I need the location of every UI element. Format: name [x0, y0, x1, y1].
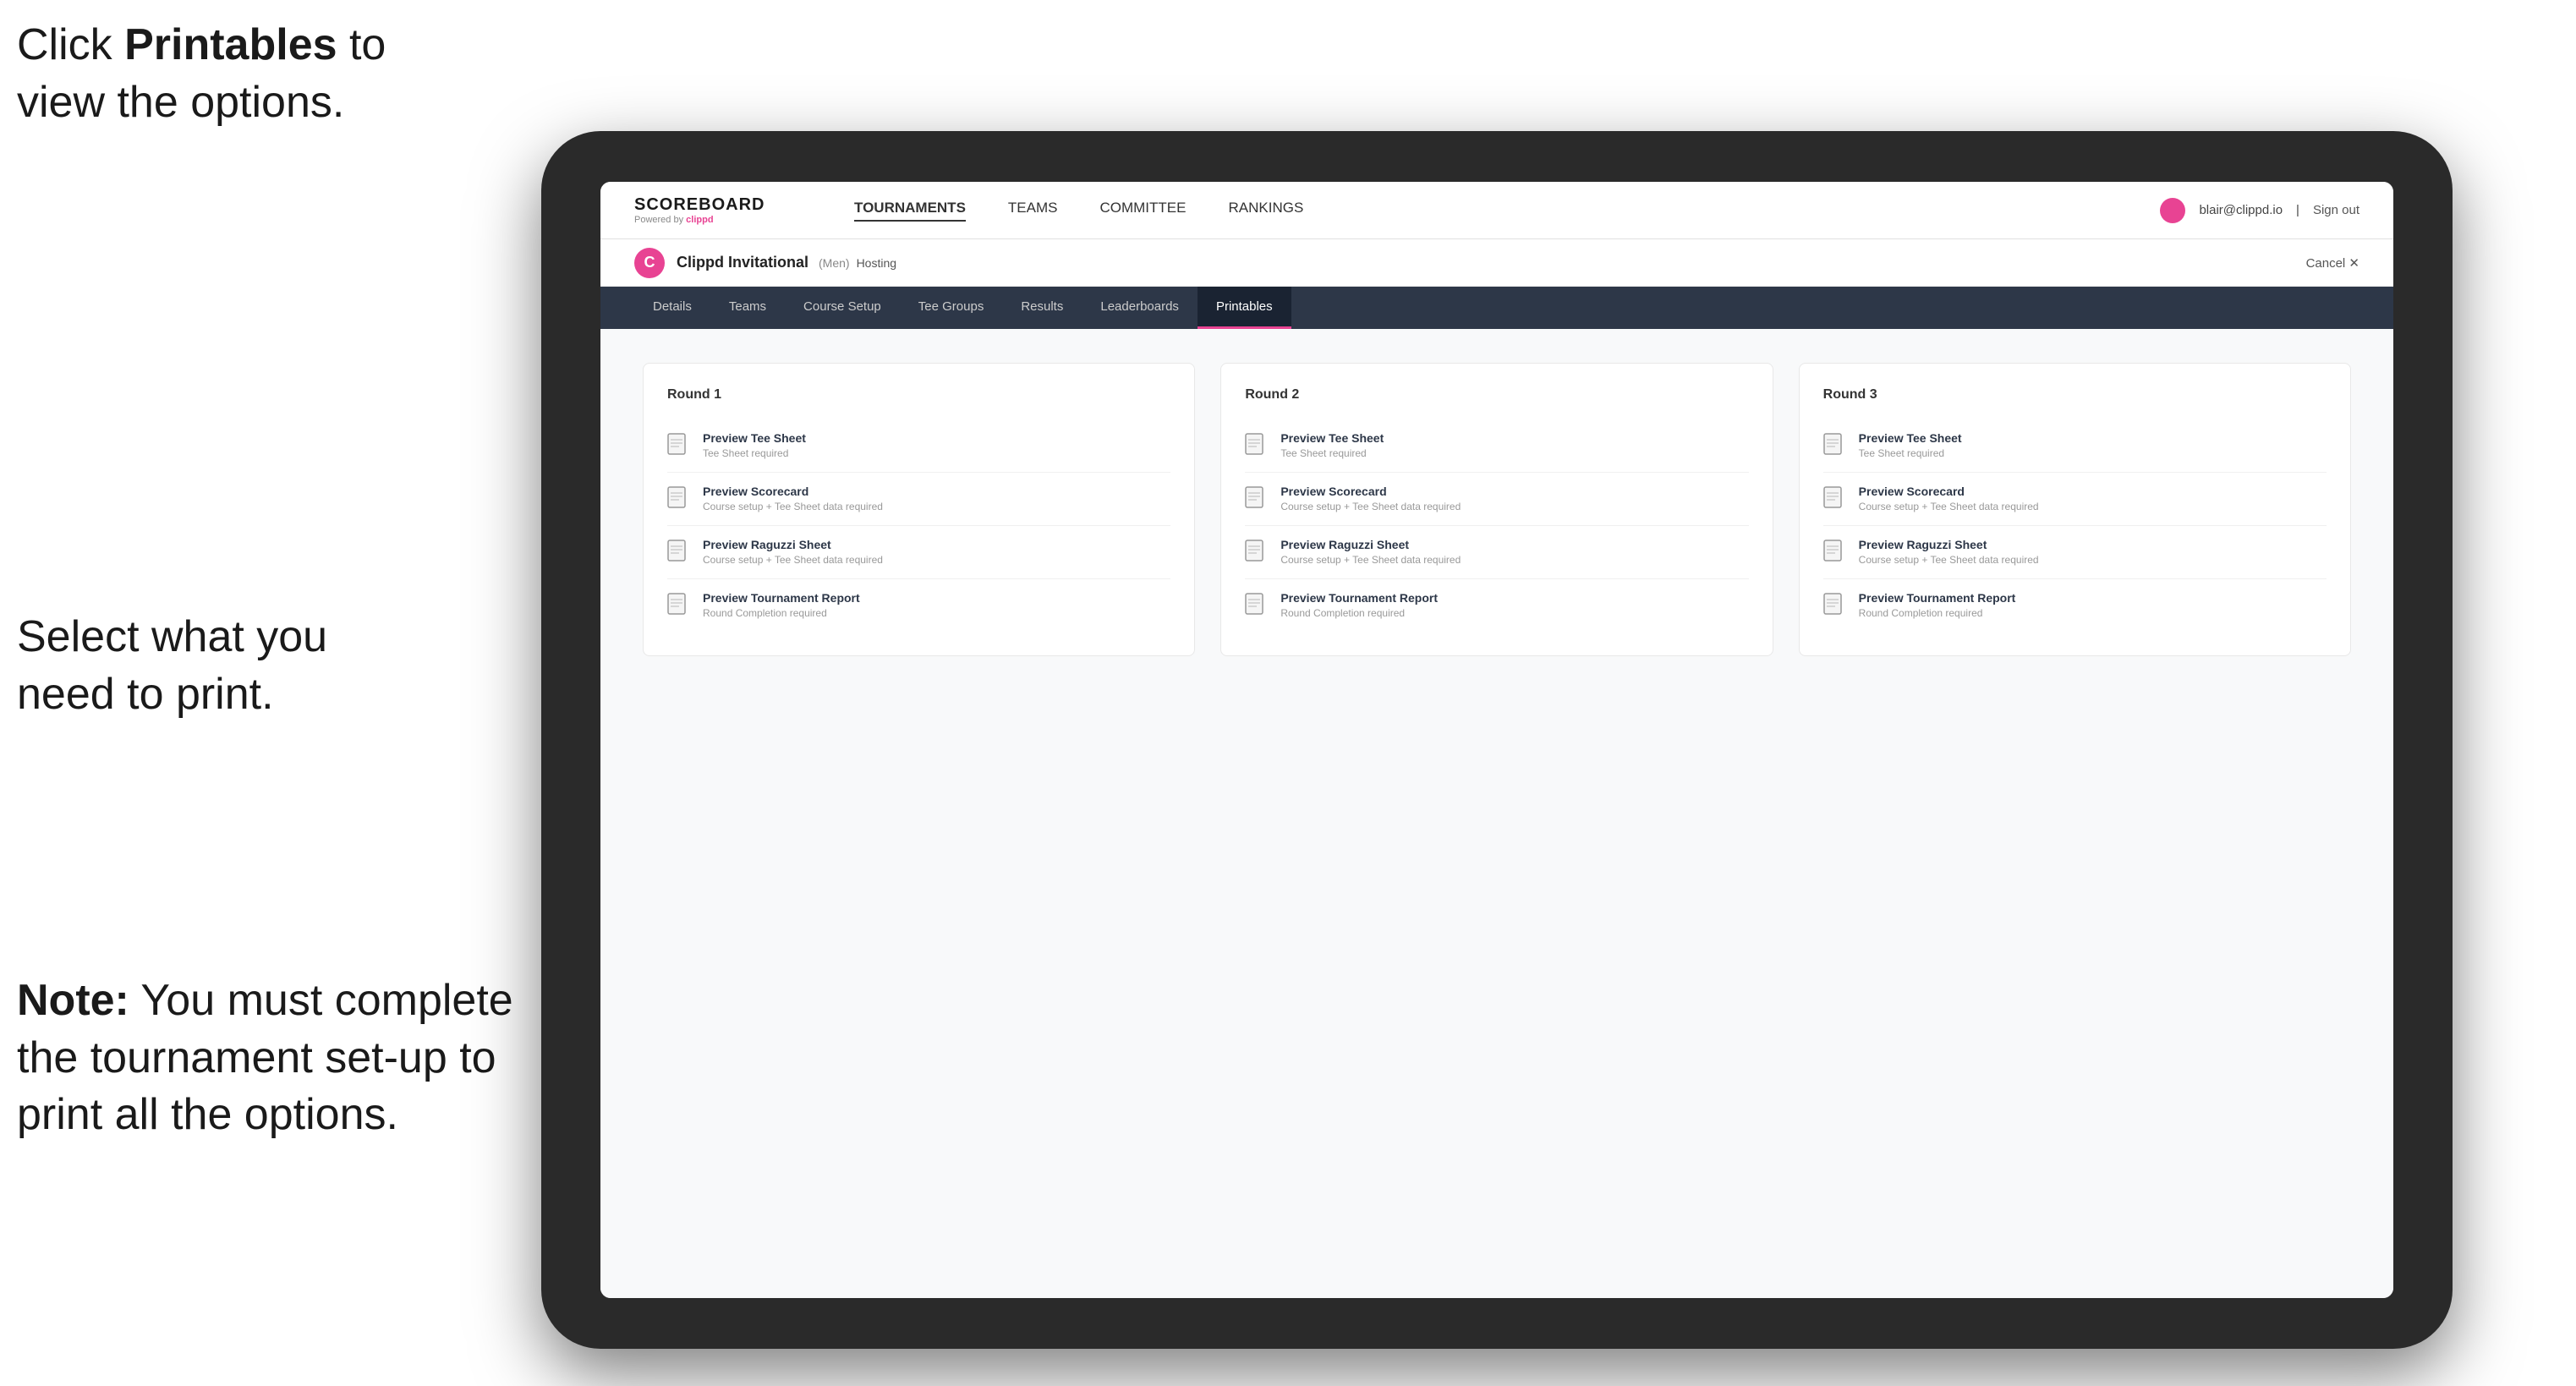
tablet-device: SCOREBOARD Powered by clippd TOURNAMENTS…: [541, 131, 2453, 1349]
r3-tee-sheet-icon: [1823, 433, 1847, 460]
round2-report-text: Preview Tournament Report Round Completi…: [1280, 591, 1438, 619]
tab-course-setup[interactable]: Course Setup: [785, 287, 900, 329]
round1-raguzzi-title: Preview Raguzzi Sheet: [703, 538, 883, 551]
round1-raguzzi-subtitle: Course setup + Tee Sheet data required: [703, 554, 883, 566]
sign-out-link[interactable]: Sign out: [2313, 203, 2360, 217]
round1-scorecard-title: Preview Scorecard: [703, 485, 883, 498]
round2-tournament-report[interactable]: Preview Tournament Report Round Completi…: [1245, 579, 1748, 632]
round1-raguzzi[interactable]: Preview Raguzzi Sheet Course setup + Tee…: [667, 526, 1170, 579]
user-email: blair@clippd.io: [2199, 203, 2283, 217]
round1-report-text: Preview Tournament Report Round Completi…: [703, 591, 860, 619]
scorecard-icon: [667, 486, 691, 513]
round1-report-subtitle: Round Completion required: [703, 607, 860, 619]
round-3-title: Round 3: [1823, 387, 2327, 403]
rounds-container: Round 1 Preview Tee Sheet: [643, 363, 2351, 656]
sub-nav: Details Teams Course Setup Tee Groups Re…: [600, 287, 2393, 329]
r2-scorecard-icon: [1245, 486, 1269, 513]
round-1-title: Round 1: [667, 387, 1170, 403]
tee-sheet-icon: [667, 433, 691, 460]
separator: |: [2296, 203, 2299, 217]
round-2-section: Round 2 Preview Tee Sheet: [1220, 363, 1773, 656]
round-2-title: Round 2: [1245, 387, 1748, 403]
round3-raguzzi[interactable]: Preview Raguzzi Sheet Course setup + Tee…: [1823, 526, 2327, 579]
round3-scorecard-text: Preview Scorecard Course setup + Tee She…: [1859, 485, 2039, 512]
round2-tee-sheet[interactable]: Preview Tee Sheet Tee Sheet required: [1245, 419, 1748, 473]
r3-raguzzi-icon: [1823, 540, 1847, 567]
tournament-name: Clippd Invitational: [677, 254, 808, 271]
round3-scorecard[interactable]: Preview Scorecard Course setup + Tee She…: [1823, 473, 2327, 526]
printables-bold: Printables: [124, 20, 337, 69]
round3-raguzzi-text: Preview Raguzzi Sheet Course setup + Tee…: [1859, 538, 2039, 566]
brand: SCOREBOARD Powered by clippd: [634, 195, 803, 225]
raguzzi-icon: [667, 540, 691, 567]
top-nav-right: blair@clippd.io | Sign out: [2160, 198, 2360, 223]
round1-tournament-report[interactable]: Preview Tournament Report Round Completi…: [667, 579, 1170, 632]
r3-scorecard-icon: [1823, 486, 1847, 513]
instruction-middle: Select what youneed to print.: [17, 609, 327, 723]
tournament-status: Hosting: [857, 256, 896, 270]
round1-tee-sheet-text: Preview Tee Sheet Tee Sheet required: [703, 431, 806, 459]
top-nav: SCOREBOARD Powered by clippd TOURNAMENTS…: [600, 182, 2393, 239]
round3-tee-sheet[interactable]: Preview Tee Sheet Tee Sheet required: [1823, 419, 2327, 473]
nav-teams[interactable]: TEAMS: [1008, 200, 1058, 222]
tab-printables[interactable]: Printables: [1198, 287, 1291, 329]
round2-raguzzi[interactable]: Preview Raguzzi Sheet Course setup + Tee…: [1245, 526, 1748, 579]
tournament-tag: (Men): [819, 256, 850, 270]
instruction-bottom: Note: You must complete the tournament s…: [17, 972, 541, 1144]
cancel-button[interactable]: Cancel ✕: [2306, 255, 2360, 271]
report-icon: [667, 593, 691, 620]
top-nav-links: TOURNAMENTS TEAMS COMMITTEE RANKINGS: [854, 200, 2160, 222]
round2-tee-sheet-text: Preview Tee Sheet Tee Sheet required: [1280, 431, 1384, 459]
instruction-top: Click Printables toview the options.: [17, 17, 386, 131]
r3-report-icon: [1823, 593, 1847, 620]
round3-tournament-report[interactable]: Preview Tournament Report Round Completi…: [1823, 579, 2327, 632]
round1-tee-sheet-title: Preview Tee Sheet: [703, 431, 806, 445]
round1-tee-sheet[interactable]: Preview Tee Sheet Tee Sheet required: [667, 419, 1170, 473]
r2-raguzzi-icon: [1245, 540, 1269, 567]
round1-scorecard-text: Preview Scorecard Course setup + Tee She…: [703, 485, 883, 512]
r2-tee-sheet-icon: [1245, 433, 1269, 460]
nav-rankings[interactable]: RANKINGS: [1228, 200, 1303, 222]
tab-results[interactable]: Results: [1002, 287, 1082, 329]
round2-scorecard-text: Preview Scorecard Course setup + Tee She…: [1280, 485, 1461, 512]
round1-scorecard-subtitle: Course setup + Tee Sheet data required: [703, 501, 883, 512]
tab-tee-groups[interactable]: Tee Groups: [900, 287, 1003, 329]
round3-report-text: Preview Tournament Report Round Completi…: [1859, 591, 2016, 619]
round1-tee-sheet-subtitle: Tee Sheet required: [703, 447, 806, 459]
round2-raguzzi-text: Preview Raguzzi Sheet Course setup + Tee…: [1280, 538, 1461, 566]
r2-report-icon: [1245, 593, 1269, 620]
tab-teams[interactable]: Teams: [710, 287, 785, 329]
nav-committee[interactable]: COMMITTEE: [1099, 200, 1186, 222]
round3-tee-sheet-text: Preview Tee Sheet Tee Sheet required: [1859, 431, 1962, 459]
tournament-logo: C: [634, 248, 665, 278]
brand-sub: Powered by clippd: [634, 215, 803, 225]
nav-tournaments[interactable]: TOURNAMENTS: [854, 200, 966, 222]
tab-leaderboards[interactable]: Leaderboards: [1082, 287, 1198, 329]
tablet-screen: SCOREBOARD Powered by clippd TOURNAMENTS…: [600, 182, 2393, 1298]
round1-report-title: Preview Tournament Report: [703, 591, 860, 605]
tournament-header: C Clippd Invitational (Men) Hosting Canc…: [600, 239, 2393, 287]
brand-title: SCOREBOARD: [634, 195, 803, 215]
round1-scorecard[interactable]: Preview Scorecard Course setup + Tee She…: [667, 473, 1170, 526]
main-content: Round 1 Preview Tee Sheet: [600, 329, 2393, 1298]
tab-details[interactable]: Details: [634, 287, 710, 329]
round-3-section: Round 3 Preview Tee Sheet: [1799, 363, 2351, 656]
round-1-section: Round 1 Preview Tee Sheet: [643, 363, 1195, 656]
round2-scorecard[interactable]: Preview Scorecard Course setup + Tee She…: [1245, 473, 1748, 526]
user-avatar: [2160, 198, 2185, 223]
round1-raguzzi-text: Preview Raguzzi Sheet Course setup + Tee…: [703, 538, 883, 566]
